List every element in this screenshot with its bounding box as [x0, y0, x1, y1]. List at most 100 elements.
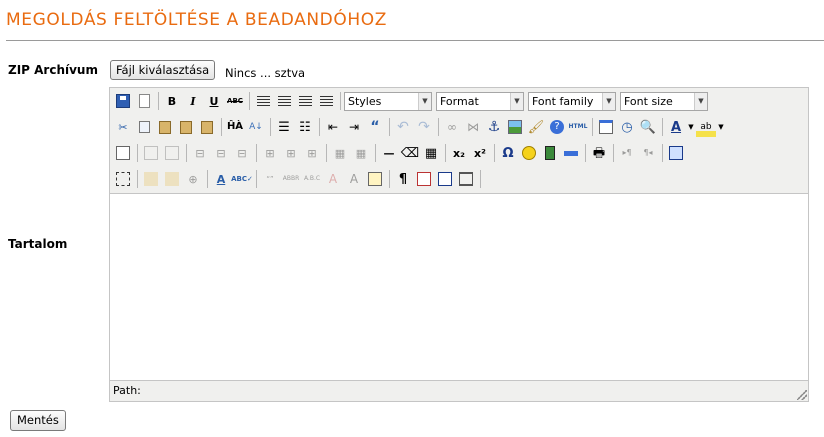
chevron-down-icon: ▼ — [418, 92, 431, 110]
replace-icon[interactable]: A↓ — [246, 117, 266, 137]
special-char-icon[interactable]: Ω — [498, 143, 518, 163]
align-right-icon[interactable] — [295, 91, 315, 111]
deletion-icon[interactable]: A — [323, 169, 343, 189]
align-left-icon[interactable] — [253, 91, 273, 111]
indent-icon[interactable]: ⇥ — [344, 117, 364, 137]
strikethrough-icon[interactable]: ABC — [225, 91, 245, 111]
page-break-icon[interactable] — [456, 169, 476, 189]
find-icon[interactable]: ĤÀ — [225, 117, 245, 137]
underline-icon[interactable]: U — [204, 91, 224, 111]
paste-text-icon[interactable] — [176, 117, 196, 137]
preview-icon[interactable]: 🔍 — [638, 117, 658, 137]
zip-archive-label: ZIP Archívum — [8, 63, 98, 77]
merge-cells-icon[interactable]: ▦ — [351, 143, 371, 163]
move-backward-icon[interactable] — [162, 169, 182, 189]
new-document-icon[interactable] — [134, 91, 154, 111]
content-label: Tartalom — [8, 237, 68, 251]
absolute-position-icon[interactable]: ⊕ — [183, 169, 203, 189]
cut-icon[interactable]: ✂ — [113, 117, 133, 137]
copy-icon[interactable] — [134, 117, 154, 137]
toolbar-row-3: ⊟ ⊟ ⊟ ⊞ ⊞ ⊞ ▦ ▦ — ⌫ ▦ x₂ x² Ω 🖶 ▸¶ ¶◂ — [113, 141, 687, 165]
toolbar-separator — [326, 144, 327, 162]
style-props-icon[interactable]: A — [211, 169, 231, 189]
unlink-icon[interactable]: ⋈ — [463, 117, 483, 137]
insert-row-before-icon[interactable]: ⊟ — [190, 143, 210, 163]
text-color-icon[interactable]: A — [666, 117, 686, 137]
split-cells-icon[interactable]: ▦ — [330, 143, 350, 163]
horizontal-rule-icon[interactable]: — — [379, 143, 399, 163]
rich-text-editor: B I U ABC Styles ▼ Format ▼ Font family ▼ F… — [109, 87, 809, 402]
move-forward-icon[interactable] — [141, 169, 161, 189]
align-center-icon[interactable] — [274, 91, 294, 111]
align-justify-icon[interactable] — [316, 91, 336, 111]
bullet-list-icon[interactable]: ☰ — [274, 117, 294, 137]
toolbar-separator — [256, 144, 257, 162]
font-family-select[interactable]: Font family ▼ — [528, 91, 616, 111]
table-icon[interactable]: ▦ — [421, 143, 441, 163]
blockquote-icon[interactable]: “ — [365, 117, 385, 137]
cleanup-icon[interactable]: 🖌 — [526, 117, 546, 137]
remove-format-icon[interactable]: ⌫ — [400, 143, 420, 163]
edit-css-icon[interactable] — [113, 143, 133, 163]
delete-row-icon[interactable]: ⊟ — [232, 143, 252, 163]
toolbar-separator — [592, 118, 593, 136]
media-icon[interactable] — [540, 143, 560, 163]
toolbar-separator — [158, 92, 159, 110]
image-icon[interactable] — [505, 117, 525, 137]
select-all-icon[interactable] — [113, 169, 133, 189]
cite-icon[interactable]: “” — [260, 169, 280, 189]
save-icon[interactable] — [113, 91, 133, 111]
attributes-icon[interactable] — [365, 169, 385, 189]
save-button[interactable]: Mentés — [10, 410, 66, 431]
anchor-icon[interactable]: ⚓ — [484, 117, 504, 137]
chevron-down-icon: ▼ — [510, 92, 523, 110]
acronym-icon[interactable]: A.B.C — [302, 169, 322, 189]
redo-icon[interactable]: ↷ — [414, 117, 434, 137]
font-size-select[interactable]: Font size ▼ — [620, 91, 708, 111]
print-icon[interactable]: 🖶 — [589, 143, 609, 163]
toolbar-separator — [494, 144, 495, 162]
emoticon-icon[interactable] — [519, 143, 539, 163]
paste-icon[interactable] — [155, 117, 175, 137]
fullscreen-icon[interactable] — [666, 143, 686, 163]
format-select[interactable]: Format ▼ — [436, 91, 524, 111]
insert-layer-icon[interactable] — [561, 143, 581, 163]
italic-icon[interactable]: I — [183, 91, 203, 111]
choose-file-button[interactable]: Fájl kiválasztása — [110, 60, 216, 80]
chevron-down-icon[interactable]: ▼ — [687, 117, 695, 137]
row-props-icon[interactable] — [141, 143, 161, 163]
insertion-icon[interactable]: A — [344, 169, 364, 189]
visual-chars-icon[interactable]: ¶ — [393, 169, 413, 189]
help-icon[interactable]: ? — [547, 117, 567, 137]
outdent-icon[interactable]: ⇤ — [323, 117, 343, 137]
insert-time-icon[interactable]: ◷ — [617, 117, 637, 137]
abbreviation-icon[interactable]: ABBR — [281, 169, 301, 189]
resize-handle[interactable] — [797, 390, 807, 400]
insert-date-icon[interactable] — [596, 117, 616, 137]
insert-col-after-icon[interactable]: ⊞ — [281, 143, 301, 163]
link-icon[interactable]: ∞ — [442, 117, 462, 137]
subscript-icon[interactable]: x₂ — [449, 143, 469, 163]
insert-row-after-icon[interactable]: ⊟ — [211, 143, 231, 163]
delete-col-icon[interactable]: ⊞ — [302, 143, 322, 163]
paste-word-icon[interactable] — [197, 117, 217, 137]
non-breaking-icon[interactable] — [414, 169, 434, 189]
template-icon[interactable] — [435, 169, 455, 189]
editor-content-area[interactable] — [110, 193, 808, 381]
highlight-color-icon[interactable]: ab — [696, 117, 716, 137]
undo-icon[interactable]: ↶ — [393, 117, 413, 137]
toolbar-separator — [256, 170, 257, 188]
styles-select[interactable]: Styles ▼ — [344, 91, 432, 111]
insert-col-before-icon[interactable]: ⊞ — [260, 143, 280, 163]
numbered-list-icon[interactable]: ☷ — [295, 117, 315, 137]
chevron-down-icon[interactable]: ▼ — [717, 117, 725, 137]
html-source-icon[interactable]: HTML — [568, 117, 588, 137]
ltr-icon[interactable]: ▸¶ — [617, 143, 637, 163]
toolbar-separator — [438, 118, 439, 136]
spellcheck-icon[interactable]: ABC✓ — [231, 169, 253, 189]
superscript-icon[interactable]: x² — [470, 143, 490, 163]
toolbar-row-1: B I U ABC Styles ▼ Format ▼ Font family ▼ F… — [113, 89, 712, 113]
rtl-icon[interactable]: ¶◂ — [638, 143, 658, 163]
cell-props-icon[interactable] — [162, 143, 182, 163]
bold-icon[interactable]: B — [162, 91, 182, 111]
